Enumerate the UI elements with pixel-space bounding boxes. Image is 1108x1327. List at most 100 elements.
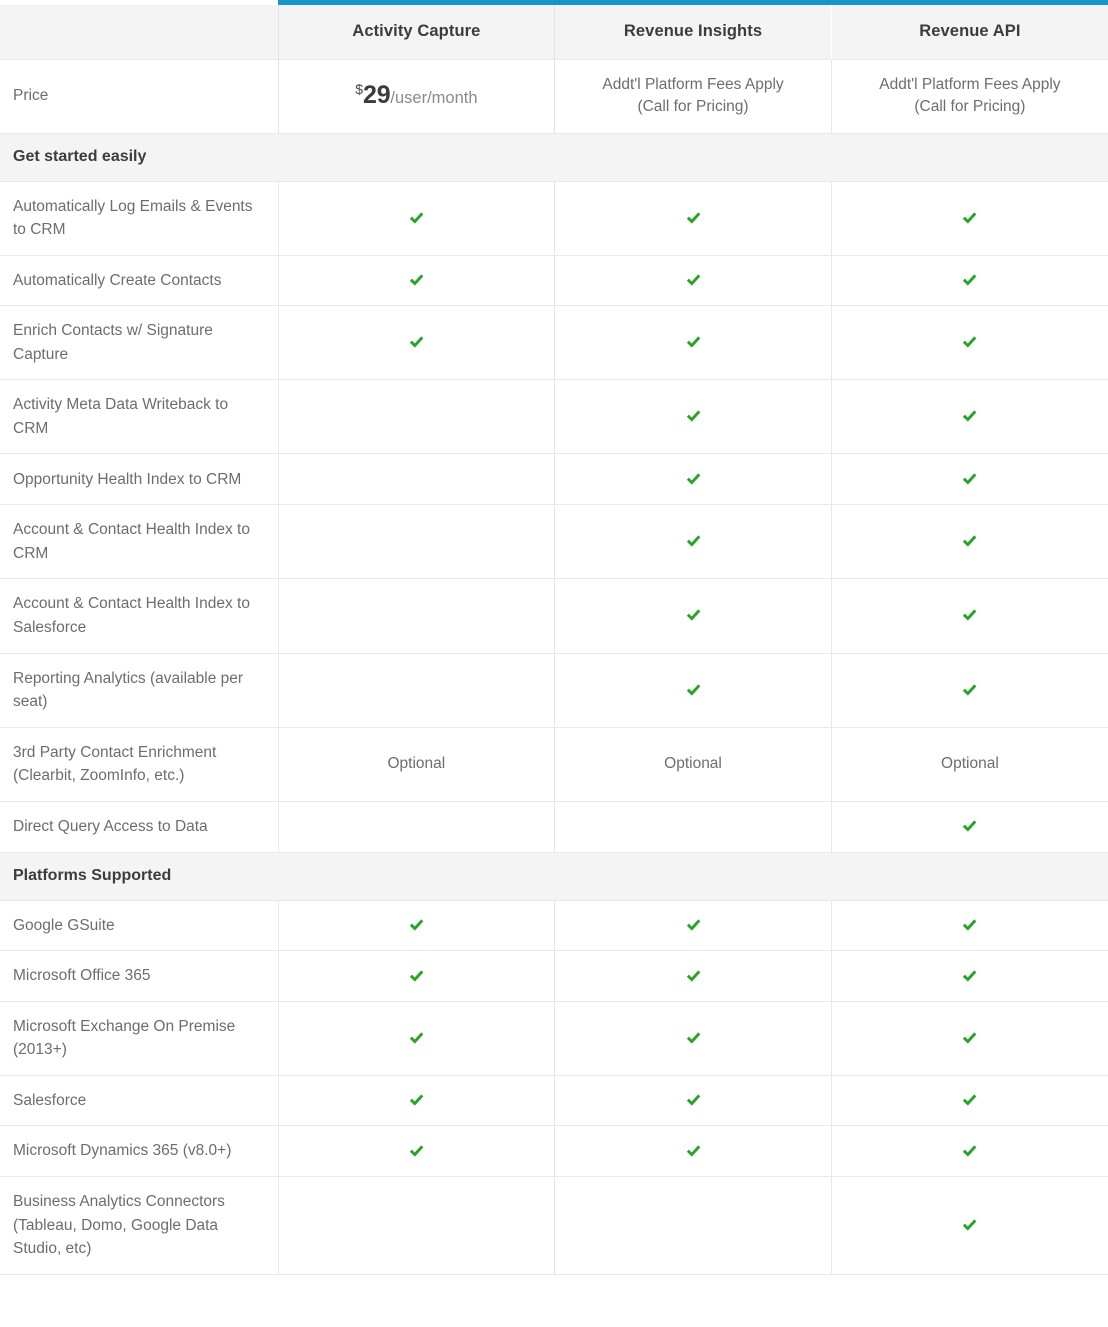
feature-value-cell — [278, 900, 556, 952]
feature-value-cell — [831, 1176, 1108, 1275]
price-amount: $29/user/month — [355, 82, 477, 110]
check-icon — [960, 1216, 979, 1235]
feature-row: 3rd Party Contact Enrichment (Clearbit, … — [0, 727, 1108, 802]
feature-value-text: Optional — [664, 755, 722, 773]
feature-value-cell — [831, 1001, 1108, 1076]
price-row: Price $29/user/month Addt'l Platform Fees … — [0, 58, 1108, 134]
check-icon — [407, 1091, 426, 1110]
feature-label: Salesforce — [0, 1075, 279, 1127]
feature-row: Salesforce — [0, 1075, 1108, 1127]
feature-value-cell — [831, 504, 1108, 580]
price-cell: Addt'l Platform Fees Apply (Call for Pric… — [830, 58, 1108, 134]
feature-value-cell — [554, 305, 832, 381]
feature-label: Direct Query Access to Data — [0, 801, 279, 853]
feature-value-cell — [278, 1125, 556, 1177]
feature-value-cell — [278, 305, 556, 381]
feature-value-cell — [278, 255, 556, 307]
feature-value-cell — [831, 950, 1108, 1002]
check-icon — [684, 1029, 703, 1048]
check-icon — [684, 333, 703, 352]
check-icon — [407, 333, 426, 352]
feature-label: Reporting Analytics (available per seat) — [0, 653, 279, 728]
feature-row: Account & Contact Health Index to Salesf… — [0, 578, 1108, 654]
feature-value-cell — [831, 578, 1108, 654]
feature-row: Opportunity Health Index to CRM — [0, 453, 1108, 506]
feature-value-cell — [554, 1125, 832, 1177]
plan-header-revenue-api[interactable]: Revenue API — [830, 5, 1108, 59]
plan-header-activity-capture[interactable]: Activity Capture — [277, 5, 556, 59]
check-icon — [960, 532, 979, 551]
price-note-line1: Addt'l Platform Fees Apply — [602, 75, 784, 93]
feature-value-cell — [554, 900, 832, 952]
feature-label: Opportunity Health Index to CRM — [0, 453, 279, 506]
feature-value-cell — [831, 1125, 1108, 1177]
feature-label: Google GSuite — [0, 900, 279, 952]
check-icon — [960, 606, 979, 625]
check-icon — [684, 407, 703, 426]
check-icon — [684, 271, 703, 290]
check-icon — [684, 532, 703, 551]
feature-value-cell — [278, 453, 556, 506]
check-icon — [407, 967, 426, 986]
price-note-line1: Addt'l Platform Fees Apply — [879, 75, 1061, 93]
feature-row: Reporting Analytics (available per seat) — [0, 653, 1108, 728]
check-icon — [960, 209, 979, 228]
plan-header-revenue-insights[interactable]: Revenue Insights — [554, 5, 832, 59]
price-note: Addt'l Platform Fees Apply (Call for Pric… — [842, 74, 1098, 119]
section-header-row: Get started easily — [0, 133, 1108, 182]
check-icon — [684, 1091, 703, 1110]
price-note-line2: (Call for Pricing) — [914, 98, 1026, 115]
check-icon — [960, 817, 979, 836]
check-icon — [684, 209, 703, 228]
feature-row: Microsoft Office 365 — [0, 950, 1108, 1002]
feature-value-cell — [554, 181, 832, 256]
price-note-line2: (Call for Pricing) — [637, 98, 749, 115]
feature-value-cell — [554, 504, 832, 580]
check-icon — [407, 209, 426, 228]
price-period: /user/month — [390, 89, 478, 108]
check-icon — [407, 1029, 426, 1048]
feature-row: Microsoft Dynamics 365 (v8.0+) — [0, 1125, 1108, 1177]
feature-value-cell — [554, 1001, 832, 1076]
feature-row: Automatically Log Emails & Events to CRM — [0, 181, 1108, 256]
feature-value-cell: Optional — [831, 727, 1108, 802]
check-icon — [960, 681, 979, 700]
feature-value-text: Optional — [387, 755, 446, 773]
section-title: Get started easily — [0, 133, 1108, 182]
feature-value-cell — [278, 653, 556, 728]
feature-row: Google GSuite — [0, 900, 1108, 952]
feature-label: Account & Contact Health Index to Salesf… — [0, 578, 279, 654]
feature-value-cell — [554, 1176, 832, 1275]
check-icon — [684, 967, 703, 986]
feature-label: Activity Meta Data Writeback to CRM — [0, 379, 279, 455]
feature-value-cell — [831, 255, 1108, 307]
feature-value-cell — [278, 578, 556, 654]
feature-value-cell — [831, 181, 1108, 256]
feature-label: Automatically Create Contacts — [0, 255, 279, 307]
feature-row: Enrich Contacts w/ Signature Capture — [0, 305, 1108, 381]
price-cell: Addt'l Platform Fees Apply (Call for Pric… — [554, 58, 832, 134]
price-row-label: Price — [0, 58, 279, 134]
check-icon — [960, 407, 979, 426]
feature-value-cell — [554, 653, 832, 728]
check-icon — [407, 1142, 426, 1161]
plan-header-row: Activity Capture Revenue Insights Revenue … — [0, 5, 1108, 59]
feature-value-cell — [554, 801, 832, 853]
check-icon — [960, 916, 979, 935]
feature-value-cell: Optional — [278, 727, 556, 802]
feature-value-cell — [278, 379, 556, 455]
price-cell: $29/user/month — [277, 58, 556, 134]
check-icon — [407, 916, 426, 935]
feature-value-cell — [831, 305, 1108, 381]
feature-row: Activity Meta Data Writeback to CRM — [0, 379, 1108, 455]
feature-value-cell — [278, 181, 556, 256]
check-icon — [407, 271, 426, 290]
feature-value-cell — [554, 255, 832, 307]
feature-value-cell — [278, 1075, 556, 1127]
feature-row: Business Analytics Connectors (Tableau, … — [0, 1176, 1108, 1275]
check-icon — [960, 1029, 979, 1048]
feature-value-cell — [554, 453, 832, 506]
check-icon — [960, 470, 979, 489]
price-value: 29 — [362, 81, 391, 110]
feature-value-cell — [278, 950, 556, 1002]
